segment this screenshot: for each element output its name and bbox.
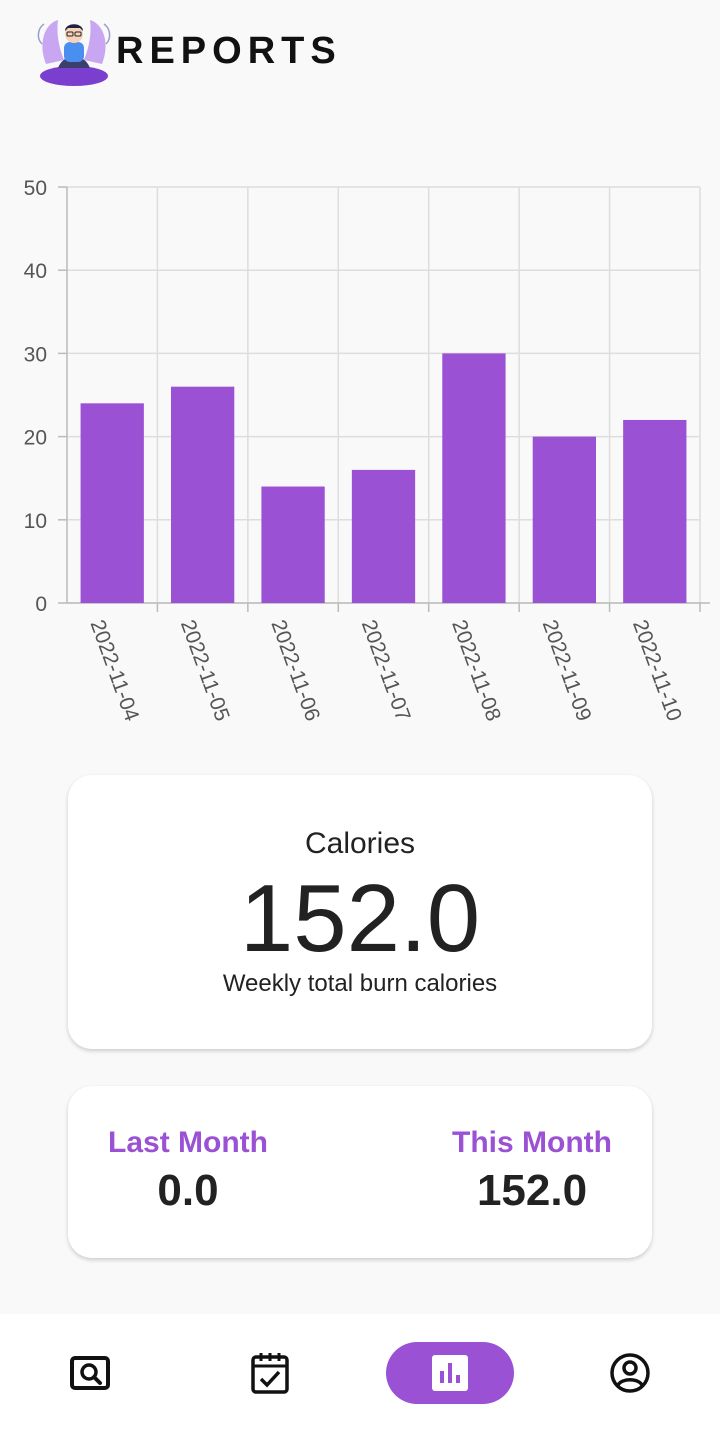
bar	[261, 486, 325, 603]
last-month-section: Last Month 0.0	[68, 1126, 308, 1216]
y-tick-label: 40	[24, 260, 47, 283]
nav-reports[interactable]	[386, 1342, 514, 1404]
this-month-label: This Month	[452, 1126, 612, 1159]
bottom-nav	[0, 1314, 720, 1432]
y-tick-label: 0	[35, 593, 47, 616]
bar	[442, 353, 506, 603]
x-tick-label: 2022-11-08	[447, 617, 505, 724]
bar	[623, 419, 687, 603]
y-tick-label: 10	[24, 510, 47, 533]
this-month-section: This Month 152.0	[412, 1126, 652, 1216]
bar	[351, 469, 416, 603]
nav-profile[interactable]	[600, 1342, 660, 1404]
bar	[80, 403, 144, 603]
x-tick-label: 2022-11-07	[357, 617, 415, 724]
search-icon	[70, 1356, 110, 1390]
calories-bar-chart: 0 10 20 30 40 50 2022-11-04 2022-11-05 2022-11-0…	[24, 177, 710, 725]
meditation-avatar-icon	[37, 20, 111, 86]
x-tick-label: 2022-11-04	[86, 617, 144, 725]
y-tick-label: 30	[24, 343, 47, 366]
calories-title: Calories	[304, 827, 416, 860]
calories-card: Calories 152.0 Weekly total burn calorie…	[68, 775, 652, 1049]
nav-checklist[interactable]	[240, 1342, 300, 1404]
checklist-icon	[251, 1353, 289, 1394]
x-tick-label: 2022-11-10	[628, 617, 686, 724]
header: REPORTS	[0, 0, 720, 110]
x-tick-label: 2022-11-05	[176, 617, 234, 724]
page-title: REPORTS	[116, 30, 342, 72]
last-month-value: 0.0	[157, 1166, 219, 1215]
bar	[532, 436, 597, 603]
x-tick-label: 2022-11-06	[266, 617, 324, 724]
bar-chart-icon	[432, 1355, 468, 1391]
y-tick-label: 50	[24, 177, 47, 200]
month-comparison-card: Last Month 0.0 This Month 152.0	[68, 1086, 652, 1258]
this-month-value: 152.0	[476, 1166, 588, 1215]
bar	[170, 386, 235, 603]
y-tick-label: 20	[24, 427, 47, 450]
nav-search[interactable]	[60, 1342, 120, 1404]
x-tick-label: 2022-11-09	[538, 617, 596, 724]
calories-value: 152.0	[239, 865, 481, 972]
last-month-label: Last Month	[108, 1126, 268, 1159]
calories-subtitle: Weekly total burn calories	[222, 970, 498, 997]
profile-icon	[610, 1353, 650, 1393]
